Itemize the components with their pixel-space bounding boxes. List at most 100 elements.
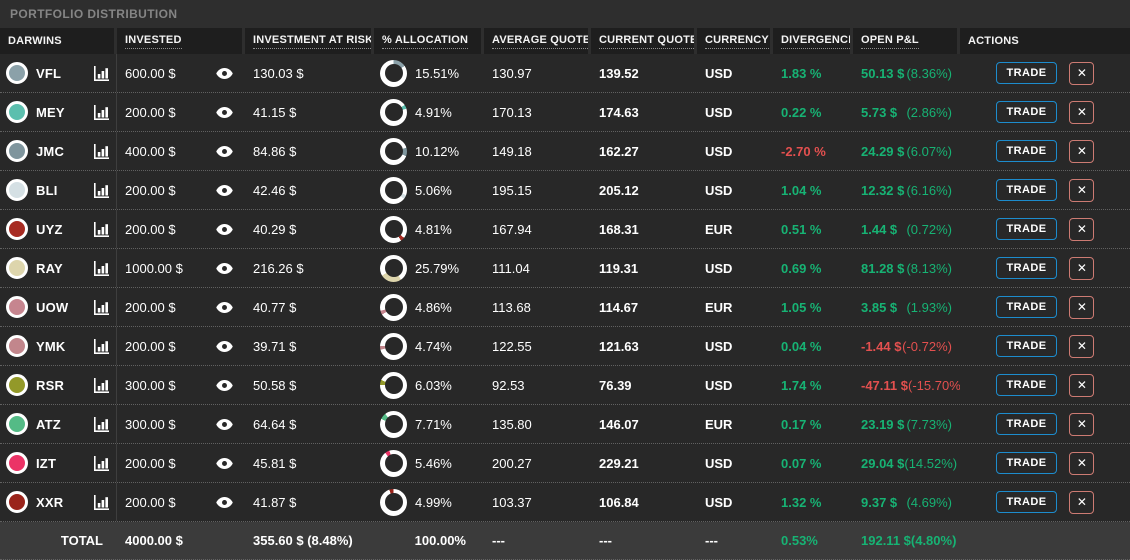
bar-chart-icon[interactable] (94, 260, 109, 276)
trade-button[interactable]: TRADE (995, 179, 1058, 201)
col-header-allocation[interactable]: % ALLOCATION (374, 28, 484, 54)
close-button[interactable]: ✕ (1069, 451, 1095, 475)
open-pnl-value: 50.13 $ (861, 65, 905, 81)
darwin-ticker[interactable]: UOW (36, 300, 94, 315)
darwin-cell: RAY (0, 249, 117, 287)
close-button[interactable]: ✕ (1069, 139, 1095, 163)
divergence-cell: 0.17 % (773, 405, 853, 443)
at-risk-cell: 50.58 $ (245, 366, 374, 404)
eye-icon[interactable] (216, 301, 233, 313)
close-button[interactable]: ✕ (1069, 178, 1095, 202)
trade-button[interactable]: TRADE (995, 452, 1058, 474)
col-header-divergence[interactable]: DIVERGENCE (773, 28, 853, 54)
darwin-avatar (6, 140, 28, 162)
close-button[interactable]: ✕ (1069, 334, 1095, 358)
average-quote-value: 111.04 (492, 260, 530, 276)
eye-icon[interactable] (216, 145, 233, 157)
currency-cell: USD (697, 93, 773, 131)
at-risk-cell: 41.87 $ (245, 483, 374, 521)
close-button[interactable]: ✕ (1069, 217, 1095, 241)
bar-chart-icon[interactable] (94, 494, 109, 510)
close-button[interactable]: ✕ (1069, 490, 1095, 514)
eye-icon[interactable] (216, 67, 233, 79)
current-quote-value: 76.39 (599, 377, 632, 393)
trade-button[interactable]: TRADE (995, 335, 1058, 357)
eye-icon[interactable] (216, 106, 233, 118)
average-quote-cell: 122.55 (484, 327, 591, 365)
darwin-ticker[interactable]: JMC (36, 144, 94, 159)
eye-icon[interactable] (216, 496, 233, 508)
col-header-current-quote[interactable]: CURRENT QUOTE (591, 28, 697, 54)
col-header-currency[interactable]: CURRENCY (697, 28, 773, 54)
currency-value: USD (705, 65, 733, 81)
darwin-ticker[interactable]: YMK (36, 339, 94, 354)
trade-button[interactable]: TRADE (995, 218, 1058, 240)
bar-chart-icon[interactable] (94, 221, 109, 237)
open-pnl-cell: 23.19 $ (7.73%) (853, 405, 960, 443)
close-icon: ✕ (1076, 456, 1087, 470)
darwin-ticker[interactable]: XXR (36, 495, 94, 510)
trade-button[interactable]: TRADE (995, 101, 1058, 123)
darwin-avatar (6, 62, 28, 84)
darwin-ticker[interactable]: RSR (36, 378, 94, 393)
darwin-ticker[interactable]: BLI (36, 183, 94, 198)
darwin-ticker[interactable]: VFL (36, 66, 94, 81)
current-quote-value: 168.31 (599, 221, 639, 237)
bar-chart-icon[interactable] (94, 416, 109, 432)
average-quote-cell: 92.53 (484, 366, 591, 404)
table-row: RSR 300.00 $ 50.58 $ 6.03% 92.53 76.39 U… (0, 366, 1130, 405)
close-button[interactable]: ✕ (1069, 373, 1095, 397)
bar-chart-icon[interactable] (94, 377, 109, 393)
at-risk-cell: 39.71 $ (245, 327, 374, 365)
open-pnl-cell: 5.73 $ (2.86%) (853, 93, 960, 131)
trade-button[interactable]: TRADE (995, 296, 1058, 318)
trade-button[interactable]: TRADE (995, 374, 1058, 396)
close-button[interactable]: ✕ (1069, 412, 1095, 436)
close-button[interactable]: ✕ (1069, 100, 1095, 124)
eye-icon[interactable] (216, 184, 233, 196)
average-quote-cell: 167.94 (484, 210, 591, 248)
darwin-ticker[interactable]: MEY (36, 105, 94, 120)
trade-button[interactable]: TRADE (995, 140, 1058, 162)
average-quote-cell: 103.37 (484, 483, 591, 521)
eye-icon[interactable] (216, 340, 233, 352)
close-icon: ✕ (1076, 261, 1087, 275)
bar-chart-icon[interactable] (94, 338, 109, 354)
close-icon: ✕ (1076, 222, 1087, 236)
darwin-ticker[interactable]: IZT (36, 456, 94, 471)
current-quote-cell: 139.52 (591, 54, 697, 92)
table-row: UOW 200.00 $ 40.77 $ 4.86% 113.68 114.67… (0, 288, 1130, 327)
col-header-investment-at-risk[interactable]: INVESTMENT AT RISK (245, 28, 374, 54)
open-pnl-value: 5.73 $ (861, 104, 898, 120)
total-label: TOTAL (60, 533, 103, 548)
close-button[interactable]: ✕ (1069, 61, 1095, 85)
close-button[interactable]: ✕ (1069, 295, 1095, 319)
trade-button[interactable]: TRADE (995, 257, 1058, 279)
col-header-average-quote[interactable]: AVERAGE QUOTE (484, 28, 591, 54)
bar-chart-icon[interactable] (94, 455, 109, 471)
eye-icon[interactable] (216, 457, 233, 469)
close-button[interactable]: ✕ (1069, 256, 1095, 280)
trade-button[interactable]: TRADE (995, 413, 1058, 435)
bar-chart-icon[interactable] (94, 143, 109, 159)
trade-button[interactable]: TRADE (995, 491, 1058, 513)
eye-icon[interactable] (216, 262, 233, 274)
allocation-value: 10.12% (415, 143, 460, 159)
trade-button[interactable]: TRADE (995, 62, 1058, 84)
eye-icon[interactable] (216, 379, 233, 391)
darwin-ticker[interactable]: ATZ (36, 417, 94, 432)
portfolio-distribution-panel: PORTFOLIO DISTRIBUTION DARWINS INVESTED … (0, 0, 1130, 560)
currency-value: USD (705, 260, 733, 276)
col-header-open-pnl[interactable]: OPEN P&L (853, 28, 960, 54)
darwin-ticker[interactable]: RAY (36, 261, 94, 276)
open-pnl-value: -47.11 $ (861, 377, 908, 393)
darwin-ticker[interactable]: UYZ (36, 222, 94, 237)
eye-icon[interactable] (216, 418, 233, 430)
col-header-invested[interactable]: INVESTED (117, 28, 245, 54)
bar-chart-icon[interactable] (94, 65, 109, 81)
bar-chart-icon[interactable] (94, 104, 109, 120)
bar-chart-icon[interactable] (94, 299, 109, 315)
eye-icon[interactable] (216, 223, 233, 235)
at-risk-value: 45.81 $ (253, 455, 297, 471)
bar-chart-icon[interactable] (94, 182, 109, 198)
